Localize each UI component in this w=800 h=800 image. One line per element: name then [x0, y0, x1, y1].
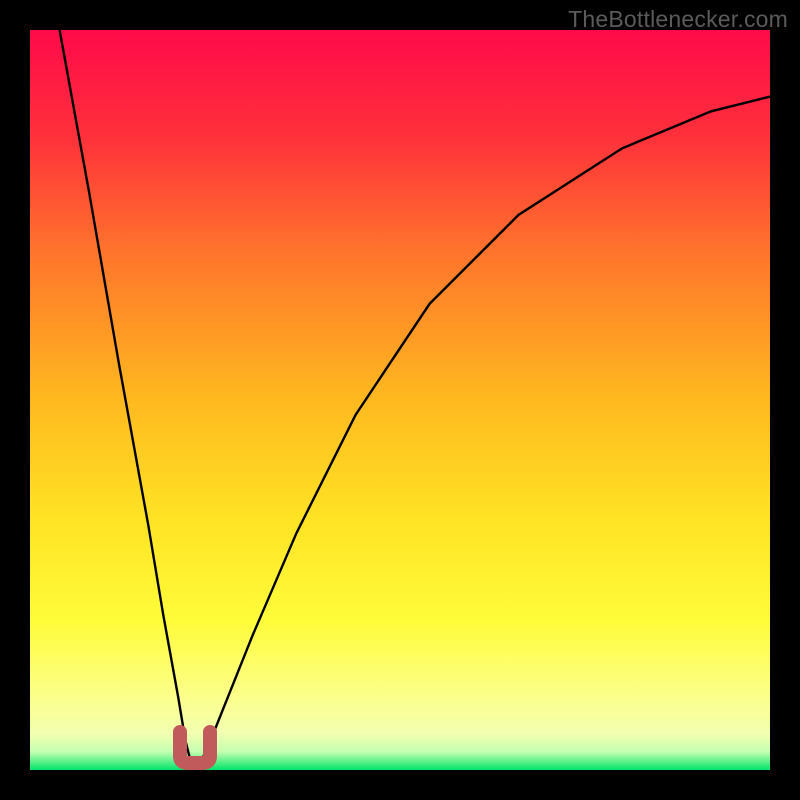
chart-frame: TheBottlenecker.com	[0, 0, 800, 800]
plot-area	[30, 30, 770, 770]
chart-svg	[30, 30, 770, 770]
gradient-background	[30, 30, 770, 770]
watermark-text: TheBottlenecker.com	[568, 6, 788, 33]
